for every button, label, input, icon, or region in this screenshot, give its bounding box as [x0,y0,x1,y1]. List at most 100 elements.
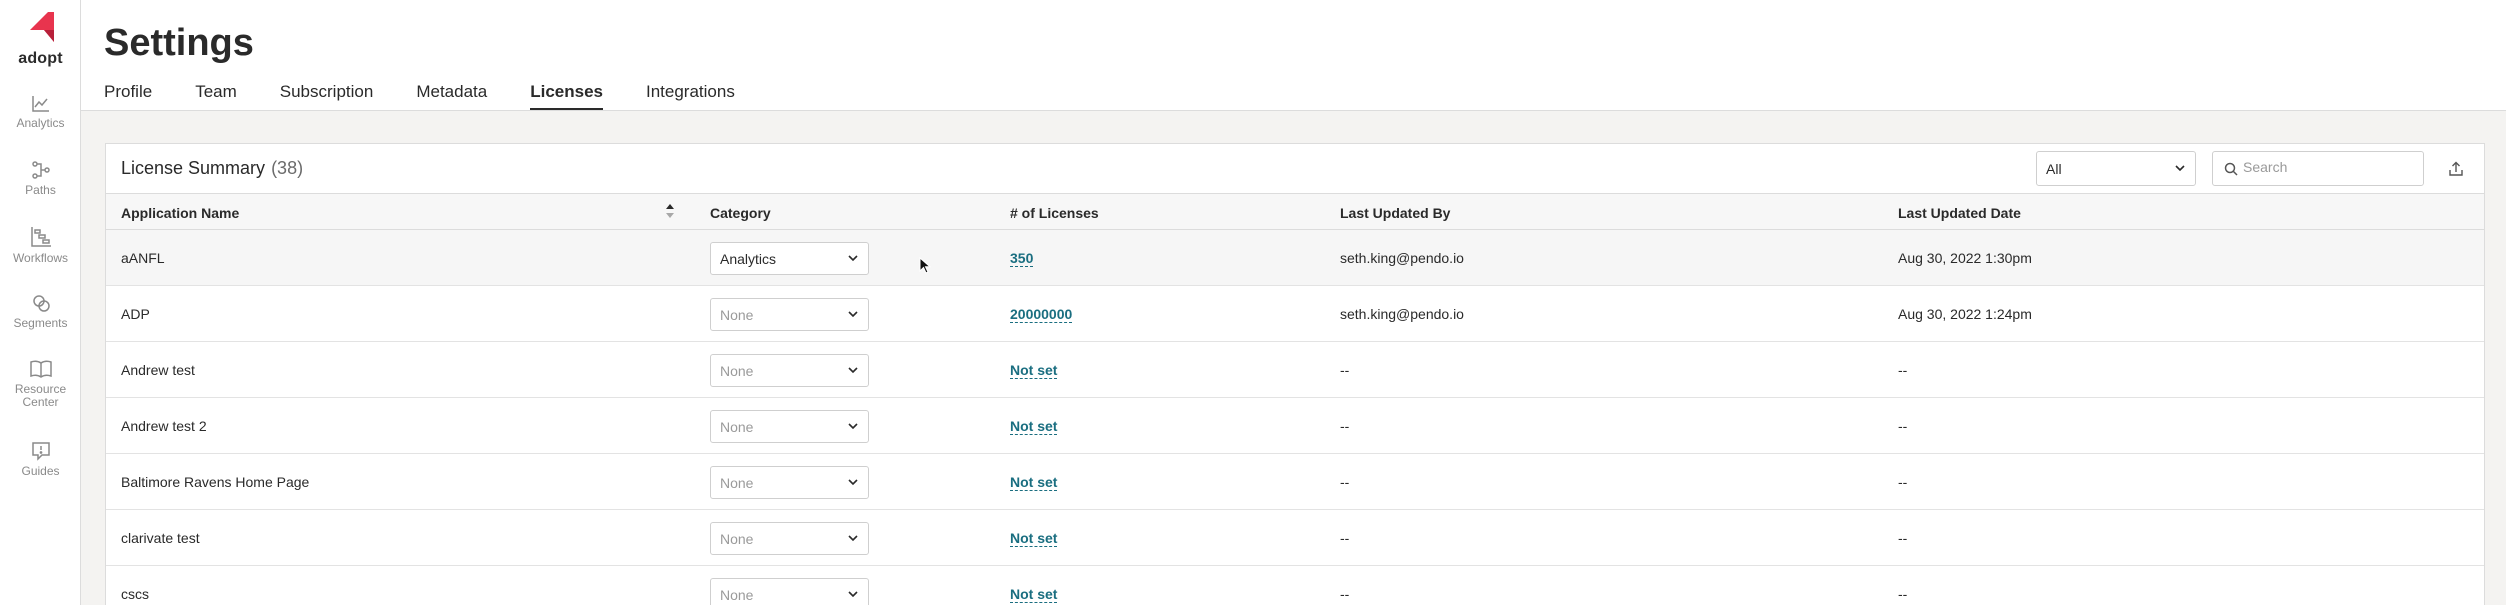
application-name: Andrew test [121,362,195,378]
last-updated-by: -- [1340,474,1350,490]
license-count-link[interactable]: Not set [1010,586,1058,603]
nav-workflows[interactable]: Workflows [0,226,81,265]
category-select[interactable]: None [710,410,869,443]
nav-paths[interactable]: Paths [0,160,81,197]
card-title-text: License Summary [121,158,266,178]
paths-icon [31,161,50,179]
segments-icon [32,295,50,312]
category-value: None [720,363,754,379]
export-button[interactable] [2443,156,2469,182]
application-name: clarivate test [121,530,200,546]
settings-tabs: Profile Team Subscription Metadata Licen… [104,82,778,110]
application-name: ADP [121,306,150,322]
sort-icon[interactable] [665,203,675,219]
nav-analytics[interactable]: Analytics [0,95,81,130]
tab-licenses[interactable]: Licenses [530,82,603,110]
category-select[interactable]: Analytics [710,242,869,275]
tab-subscription[interactable]: Subscription [280,82,374,110]
chevron-down-icon [2175,165,2185,172]
table-row: ADP None 20000000 seth.king@pendo.io Aug 30,… [106,286,2484,342]
category-select[interactable]: None [710,578,869,605]
category-value: None [720,419,754,435]
category-value: Analytics [720,251,777,267]
nav-guides-label: Guides [21,464,60,478]
last-updated-date: Aug 30, 2022 1:24pm [1898,306,2032,322]
nav-paths-label: Paths [25,183,56,197]
category-value: None [720,587,754,603]
application-name: Baltimore Ravens Home Page [121,474,310,490]
export-icon [2449,161,2463,176]
license-count-link[interactable]: Not set [1010,474,1058,491]
table-row: aANFL Analytics 350 seth.king@pendo.io Aug 3… [106,230,2484,286]
table-row: cscs None Not set -- -- [106,566,2484,605]
col-category: Category [710,205,771,221]
last-updated-by: -- [1340,530,1350,546]
nav-guides[interactable]: Guides [0,441,81,478]
category-value: None [720,307,754,323]
chevron-down-icon [848,367,858,374]
app: adopt Analytics Paths Workflows Segments… [0,0,2506,605]
last-updated-by: -- [1340,586,1350,602]
tab-integrations[interactable]: Integrations [646,82,735,110]
license-count-link[interactable]: 20000000 [1010,306,1073,323]
application-name: cscs [121,586,149,602]
card-title: License Summary (38) [121,158,303,179]
license-count-link[interactable]: Not set [1010,362,1058,379]
search-box[interactable] [2212,151,2424,186]
last-updated-by: -- [1340,418,1350,434]
col-last-updated-date: Last Updated Date [1898,205,2021,221]
chevron-down-icon [848,311,858,318]
last-updated-by: seth.king@pendo.io [1340,306,1464,322]
last-updated-by: -- [1340,362,1350,378]
col-last-updated-by: Last Updated By [1340,205,1451,221]
nav-resource-center[interactable]: Resource Center [0,359,81,409]
license-count-link[interactable]: Not set [1010,418,1058,435]
workflows-icon [30,227,51,247]
chevron-down-icon [848,479,858,486]
col-application-name[interactable]: Application Name [121,205,239,221]
table-row: clarivate test None Not set -- -- [106,510,2484,566]
nav-resource-center-label: Resource Center [14,382,67,409]
category-filter-select[interactable]: All [2036,151,2196,186]
book-icon [29,360,52,378]
nav-segments[interactable]: Segments [0,293,81,330]
page-header: Settings Profile Team Subscription Metad… [81,0,2506,111]
adopt-logo-icon [29,12,54,42]
tab-profile[interactable]: Profile [104,82,152,110]
tab-metadata[interactable]: Metadata [416,82,487,110]
category-value: None [720,531,754,547]
table-body: aANFL Analytics 350 seth.king@pendo.io Aug 3… [106,230,2484,605]
license-count-link[interactable]: 350 [1010,250,1034,267]
filter-value: All [2046,161,2062,177]
table-row: Baltimore Ravens Home Page None Not set -- -… [106,454,2484,510]
table-row: Andrew test None Not set -- -- [106,342,2484,398]
logo-text: adopt [18,50,63,67]
chevron-down-icon [848,535,858,542]
last-updated-date: -- [1898,474,1908,490]
application-name: Andrew test 2 [121,418,207,434]
last-updated-date: Aug 30, 2022 1:30pm [1898,250,2032,266]
chevron-down-icon [848,591,858,598]
license-count-link[interactable]: Not set [1010,530,1058,547]
category-select[interactable]: None [710,466,869,499]
category-select[interactable]: None [710,354,869,387]
chevron-down-icon [848,255,858,262]
license-count: (38) [271,158,304,178]
card-header: License Summary (38) All [106,144,2484,194]
application-name: aANFL [121,250,165,266]
category-select[interactable]: None [710,298,869,331]
search-input[interactable] [2243,159,2413,175]
tab-team[interactable]: Team [195,82,237,110]
category-select[interactable]: None [710,522,869,555]
guides-icon [31,442,50,461]
last-updated-date: -- [1898,362,1908,378]
page-title: Settings [104,22,254,64]
last-updated-by: seth.king@pendo.io [1340,250,1464,266]
logo[interactable]: adopt [0,10,81,68]
nav-segments-label: Segments [13,316,68,330]
sidebar: adopt Analytics Paths Workflows Segments… [0,0,81,605]
table-header-row: Application Name Category # of Licenses … [106,194,2484,230]
nav-analytics-label: Analytics [16,116,65,130]
chevron-down-icon [848,423,858,430]
table-row: Andrew test 2 None Not set -- -- [106,398,2484,454]
